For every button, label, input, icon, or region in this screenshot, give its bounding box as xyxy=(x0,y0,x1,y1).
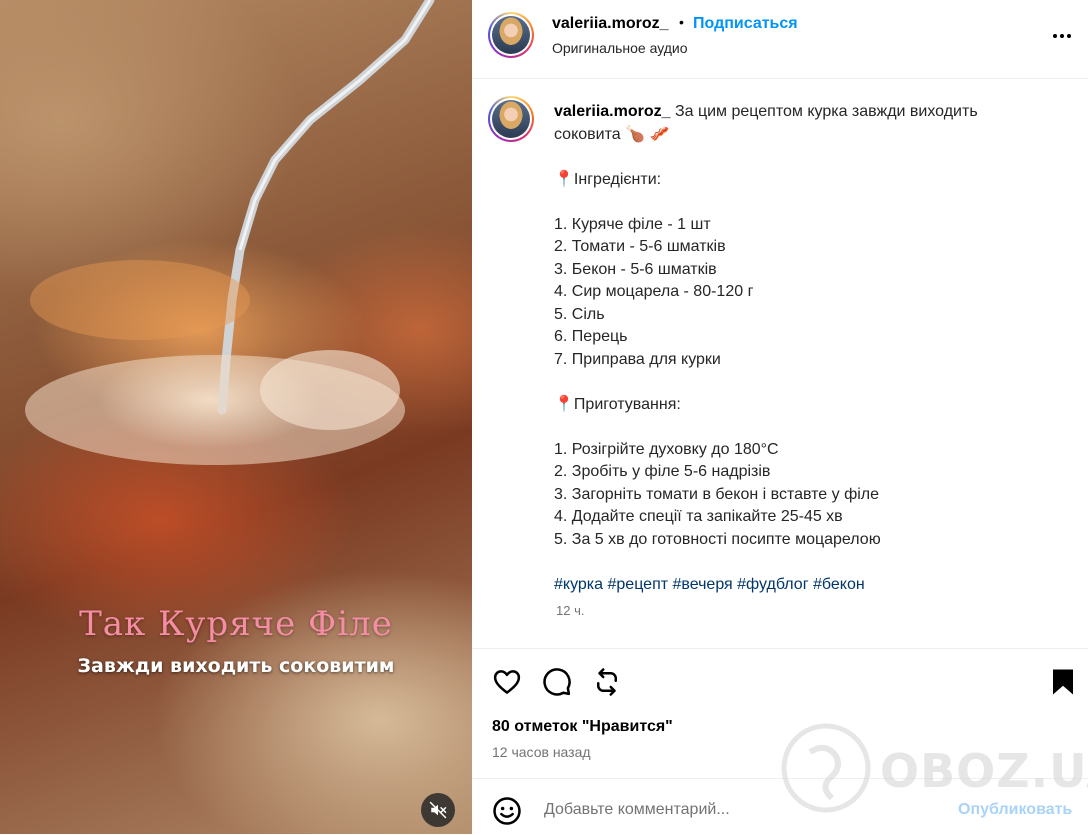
caption-line: За цим рецептом курка завжди виходить xyxy=(674,103,978,120)
caption-username[interactable]: valeriia.moroz_ xyxy=(554,103,671,120)
caption-line: 3. Бекон - 5-6 шматків xyxy=(554,260,717,278)
caption-body: За цим рецептом курка завжди виходить со… xyxy=(554,103,978,548)
likes-count[interactable]: 80 отметок "Нравится" xyxy=(492,718,673,736)
caption-area: valeriia.moroz_ За цим рецептом курка за… xyxy=(472,79,1088,647)
comment-row: Опубликовать xyxy=(472,778,1088,835)
caption-line: 5. Сіль xyxy=(554,305,605,323)
action-bar: 80 отметок "Нравится" 12 часов назад xyxy=(472,648,1088,779)
post-panel: valeriia.moroz_ • Подписаться Оригинальн… xyxy=(472,0,1088,834)
more-icon[interactable] xyxy=(1050,24,1074,48)
mute-button[interactable] xyxy=(421,793,455,827)
post-header: valeriia.moroz_ • Подписаться Оригинальн… xyxy=(472,0,1088,79)
caption-line: 7. Приправа для курки xyxy=(554,350,721,368)
caption-line: соковита 🍗 🥓 xyxy=(554,125,670,143)
caption-line: 1. Розігрійте духовку до 180°C xyxy=(554,440,779,458)
bookmark-icon[interactable] xyxy=(1048,667,1078,697)
caption-line: 2. Томати - 5-6 шматків xyxy=(554,238,726,255)
emoji-icon[interactable] xyxy=(492,796,522,826)
comment-icon[interactable] xyxy=(542,667,572,697)
caption-line: 4. Додайте спеції та запікайте 25-45 хв xyxy=(554,508,843,525)
caption-line: 2. Зробіть у філе 5-6 надрізів xyxy=(554,463,771,480)
speaker-muted-icon xyxy=(429,801,447,819)
repost-icon[interactable] xyxy=(592,667,622,697)
comment-input[interactable] xyxy=(542,793,926,827)
audio-label[interactable]: Оригинальное аудио xyxy=(552,40,688,56)
caption-avatar-image xyxy=(492,100,530,138)
caption-line: 1. Куряче філе - 1 шт xyxy=(554,215,711,233)
avatar[interactable] xyxy=(488,12,534,58)
separator-dot: • xyxy=(679,14,684,30)
post-media[interactable]: Так Куряче Філе Завжди виходить соковити… xyxy=(0,0,472,834)
media-overlay-title: Так Куряче Філе xyxy=(79,604,393,644)
caption-line: 6. Перець xyxy=(554,328,628,345)
media-overlay-subtitle: Завжди виходить соковитим xyxy=(77,655,395,677)
post-time[interactable]: 12 часов назад xyxy=(492,744,591,760)
caption-hashtags[interactable]: #курка #рецепт #вечеря #фудблог #бекон xyxy=(554,576,865,593)
caption-time: 12 ч. xyxy=(556,603,585,618)
caption-text: valeriia.moroz_ За цим рецептом курка за… xyxy=(554,101,1054,596)
avatar-image xyxy=(492,16,530,54)
caption-line: 📍Приготування: xyxy=(554,395,681,413)
caption-line: 4. Сир моцарела - 80-120 г xyxy=(554,283,754,300)
follow-button[interactable]: Подписаться xyxy=(693,15,798,33)
caption-line: 3. Загорніть томати в бекон і вставте у … xyxy=(554,485,880,503)
username-link[interactable]: valeriia.moroz_ xyxy=(552,15,669,33)
caption-line: 5. За 5 хв до готовності посипте моцарел… xyxy=(554,530,881,548)
caption-avatar[interactable] xyxy=(488,96,534,142)
publish-button[interactable]: Опубликовать xyxy=(958,801,1072,819)
caption-line: 📍Інгредієнти: xyxy=(554,170,662,188)
heart-icon[interactable] xyxy=(492,667,522,697)
fork-illustration xyxy=(25,0,435,465)
